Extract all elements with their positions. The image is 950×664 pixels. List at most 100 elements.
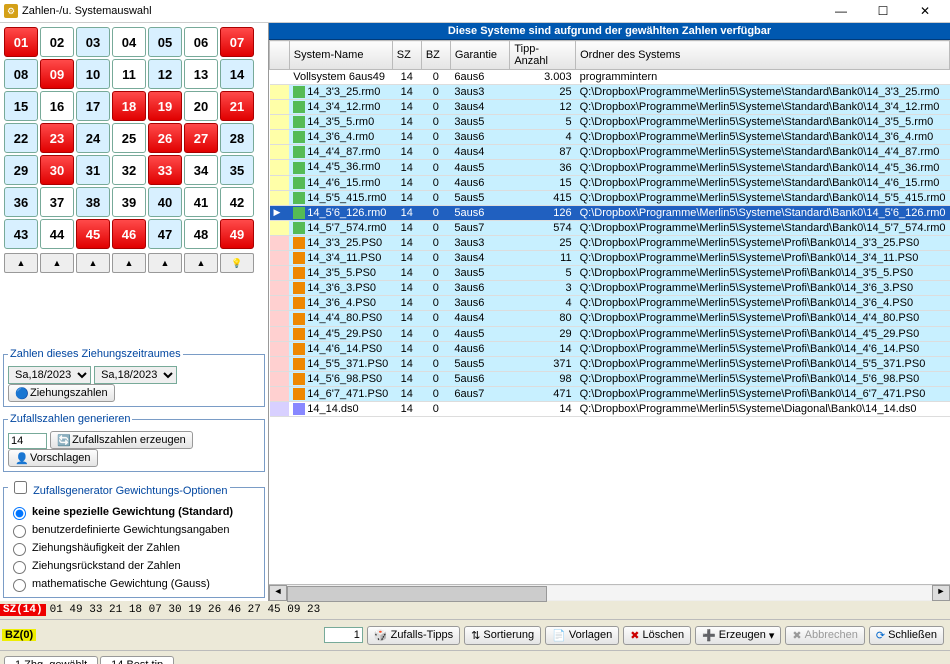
column-arrow-1[interactable]: ▲ xyxy=(4,253,38,273)
number-cell-32[interactable]: 32 xyxy=(112,155,146,185)
number-cell-25[interactable]: 25 xyxy=(112,123,146,153)
system-row[interactable]: 14_4'5_36.rm01404aus536Q:\Dropbox\Progra… xyxy=(270,160,950,175)
system-row[interactable]: 14_4'6_14.PS01404aus614Q:\Dropbox\Progra… xyxy=(270,341,950,356)
number-cell-48[interactable]: 48 xyxy=(184,219,218,249)
systems-table-wrap[interactable]: System-Name SZ BZ Garantie Tipp-Anzahl O… xyxy=(269,40,950,584)
column-arrow-3[interactable]: ▲ xyxy=(76,253,110,273)
number-cell-34[interactable]: 34 xyxy=(184,155,218,185)
suggest-button[interactable]: 👤Vorschlagen xyxy=(8,449,98,467)
close-button[interactable]: ✕ xyxy=(910,2,940,20)
system-row[interactable]: 14_3'4_12.rm01403aus412Q:\Dropbox\Progra… xyxy=(270,100,950,115)
number-cell-15[interactable]: 15 xyxy=(4,91,38,121)
number-cell-1[interactable]: 01 xyxy=(4,27,38,57)
sort-button[interactable]: ⇅Sortierung xyxy=(464,626,541,645)
weight-gauss-radio[interactable] xyxy=(13,579,26,592)
system-row[interactable]: 14_4'4_80.PS01404aus480Q:\Dropbox\Progra… xyxy=(270,311,950,326)
number-cell-6[interactable]: 06 xyxy=(184,27,218,57)
number-cell-28[interactable]: 28 xyxy=(220,123,254,153)
number-cell-22[interactable]: 22 xyxy=(4,123,38,153)
system-row[interactable]: 14_5'5_415.rm01405aus5415Q:\Dropbox\Prog… xyxy=(270,190,950,205)
system-row[interactable]: 14_3'3_25.PS01403aus325Q:\Dropbox\Progra… xyxy=(270,235,950,250)
random-tips-button[interactable]: 🎲Zufalls-Tipps xyxy=(367,626,460,645)
number-cell-20[interactable]: 20 xyxy=(184,91,218,121)
system-row[interactable]: 14_5'5_371.PS01405aus5371Q:\Dropbox\Prog… xyxy=(270,356,950,371)
number-cell-45[interactable]: 45 xyxy=(76,219,110,249)
number-cell-3[interactable]: 03 xyxy=(76,27,110,57)
number-cell-49[interactable]: 49 xyxy=(220,219,254,249)
number-cell-27[interactable]: 27 xyxy=(184,123,218,153)
random-count-input[interactable] xyxy=(8,433,47,449)
number-cell-13[interactable]: 13 xyxy=(184,59,218,89)
number-cell-47[interactable]: 47 xyxy=(148,219,182,249)
number-cell-30[interactable]: 30 xyxy=(40,155,74,185)
number-cell-16[interactable]: 16 xyxy=(40,91,74,121)
number-cell-26[interactable]: 26 xyxy=(148,123,182,153)
number-cell-14[interactable]: 14 xyxy=(220,59,254,89)
number-cell-42[interactable]: 42 xyxy=(220,187,254,217)
number-cell-7[interactable]: 07 xyxy=(220,27,254,57)
system-row[interactable]: 14_14.ds014014Q:\Dropbox\Programme\Merli… xyxy=(270,401,950,416)
col-garantie[interactable]: Garantie xyxy=(450,41,510,70)
column-arrow-6[interactable]: ▲ xyxy=(184,253,218,273)
weight-freq-radio[interactable] xyxy=(13,543,26,556)
create-button[interactable]: ➕Erzeugen ▾ xyxy=(695,626,781,645)
number-cell-24[interactable]: 24 xyxy=(76,123,110,153)
number-cell-4[interactable]: 04 xyxy=(112,27,146,57)
number-cell-33[interactable]: 33 xyxy=(148,155,182,185)
col-sz[interactable]: SZ xyxy=(392,41,421,70)
system-row[interactable]: 14_4'5_29.PS01404aus529Q:\Dropbox\Progra… xyxy=(270,326,950,341)
weight-custom-radio[interactable] xyxy=(13,525,26,538)
h-scrollbar[interactable]: ◄ ► xyxy=(269,584,950,601)
system-row[interactable]: ▶14_5'6_126.rm01405aus6126Q:\Dropbox\Pro… xyxy=(270,205,950,220)
system-row[interactable]: 14_5'7_574.rm01405aus7574Q:\Dropbox\Prog… xyxy=(270,220,950,235)
tab-besttip[interactable]: 14 Best.tip xyxy=(100,656,174,664)
system-row[interactable]: 14_3'5_5.rm01403aus55Q:\Dropbox\Programm… xyxy=(270,115,950,130)
draw-from-select[interactable]: Sa,18/2023 xyxy=(8,366,91,384)
tab-selection[interactable]: 1 Zhg. gewählt xyxy=(4,656,98,664)
number-cell-46[interactable]: 46 xyxy=(112,219,146,249)
system-row[interactable]: 14_5'6_98.PS01405aus698Q:\Dropbox\Progra… xyxy=(270,371,950,386)
minimize-button[interactable]: ― xyxy=(826,2,856,20)
generate-random-button[interactable]: 🔄Zufallszahlen erzeugen xyxy=(50,431,193,449)
system-row[interactable]: 14_3'6_3.PS01403aus63Q:\Dropbox\Programm… xyxy=(270,281,950,296)
number-cell-17[interactable]: 17 xyxy=(76,91,110,121)
number-cell-37[interactable]: 37 xyxy=(40,187,74,217)
number-cell-2[interactable]: 02 xyxy=(40,27,74,57)
col-tipp-anzahl[interactable]: Tipp-Anzahl xyxy=(510,41,576,70)
col-ordner[interactable]: Ordner des Systems xyxy=(576,41,950,70)
scroll-thumb[interactable] xyxy=(287,586,547,602)
number-cell-41[interactable]: 41 xyxy=(184,187,218,217)
number-cell-10[interactable]: 10 xyxy=(76,59,110,89)
weight-none-radio[interactable] xyxy=(13,507,26,520)
hint-button[interactable]: 💡 xyxy=(220,253,254,273)
number-cell-39[interactable]: 39 xyxy=(112,187,146,217)
number-cell-43[interactable]: 43 xyxy=(4,219,38,249)
number-cell-44[interactable]: 44 xyxy=(40,219,74,249)
delete-button[interactable]: ✖Löschen xyxy=(623,626,691,645)
scroll-right-button[interactable]: ► xyxy=(932,585,950,601)
column-arrow-5[interactable]: ▲ xyxy=(148,253,182,273)
weight-gap-radio[interactable] xyxy=(13,561,26,574)
number-cell-5[interactable]: 05 xyxy=(148,27,182,57)
system-row[interactable]: 14_4'6_15.rm01404aus615Q:\Dropbox\Progra… xyxy=(270,175,950,190)
number-cell-38[interactable]: 38 xyxy=(76,187,110,217)
system-row[interactable]: 14_3'3_25.rm01403aus325Q:\Dropbox\Progra… xyxy=(270,85,950,100)
number-cell-29[interactable]: 29 xyxy=(4,155,38,185)
number-cell-19[interactable]: 19 xyxy=(148,91,182,121)
col-bz[interactable]: BZ xyxy=(421,41,450,70)
system-row[interactable]: Vollsystem 6aus491406aus63.003programmin… xyxy=(270,70,950,85)
number-cell-18[interactable]: 18 xyxy=(112,91,146,121)
page-input[interactable] xyxy=(324,627,363,643)
number-cell-31[interactable]: 31 xyxy=(76,155,110,185)
number-cell-36[interactable]: 36 xyxy=(4,187,38,217)
system-row[interactable]: 14_4'4_87.rm01404aus487Q:\Dropbox\Progra… xyxy=(270,145,950,160)
col-system-name[interactable]: System-Name xyxy=(289,41,392,70)
number-cell-35[interactable]: 35 xyxy=(220,155,254,185)
system-row[interactable]: 14_6'7_471.PS01406aus7471Q:\Dropbox\Prog… xyxy=(270,386,950,401)
draw-to-select[interactable]: Sa,18/2023 xyxy=(94,366,177,384)
number-cell-8[interactable]: 08 xyxy=(4,59,38,89)
cancel-button[interactable]: ✖Abbrechen xyxy=(785,626,864,645)
scroll-left-button[interactable]: ◄ xyxy=(269,585,287,601)
column-arrow-2[interactable]: ▲ xyxy=(40,253,74,273)
number-cell-11[interactable]: 11 xyxy=(112,59,146,89)
